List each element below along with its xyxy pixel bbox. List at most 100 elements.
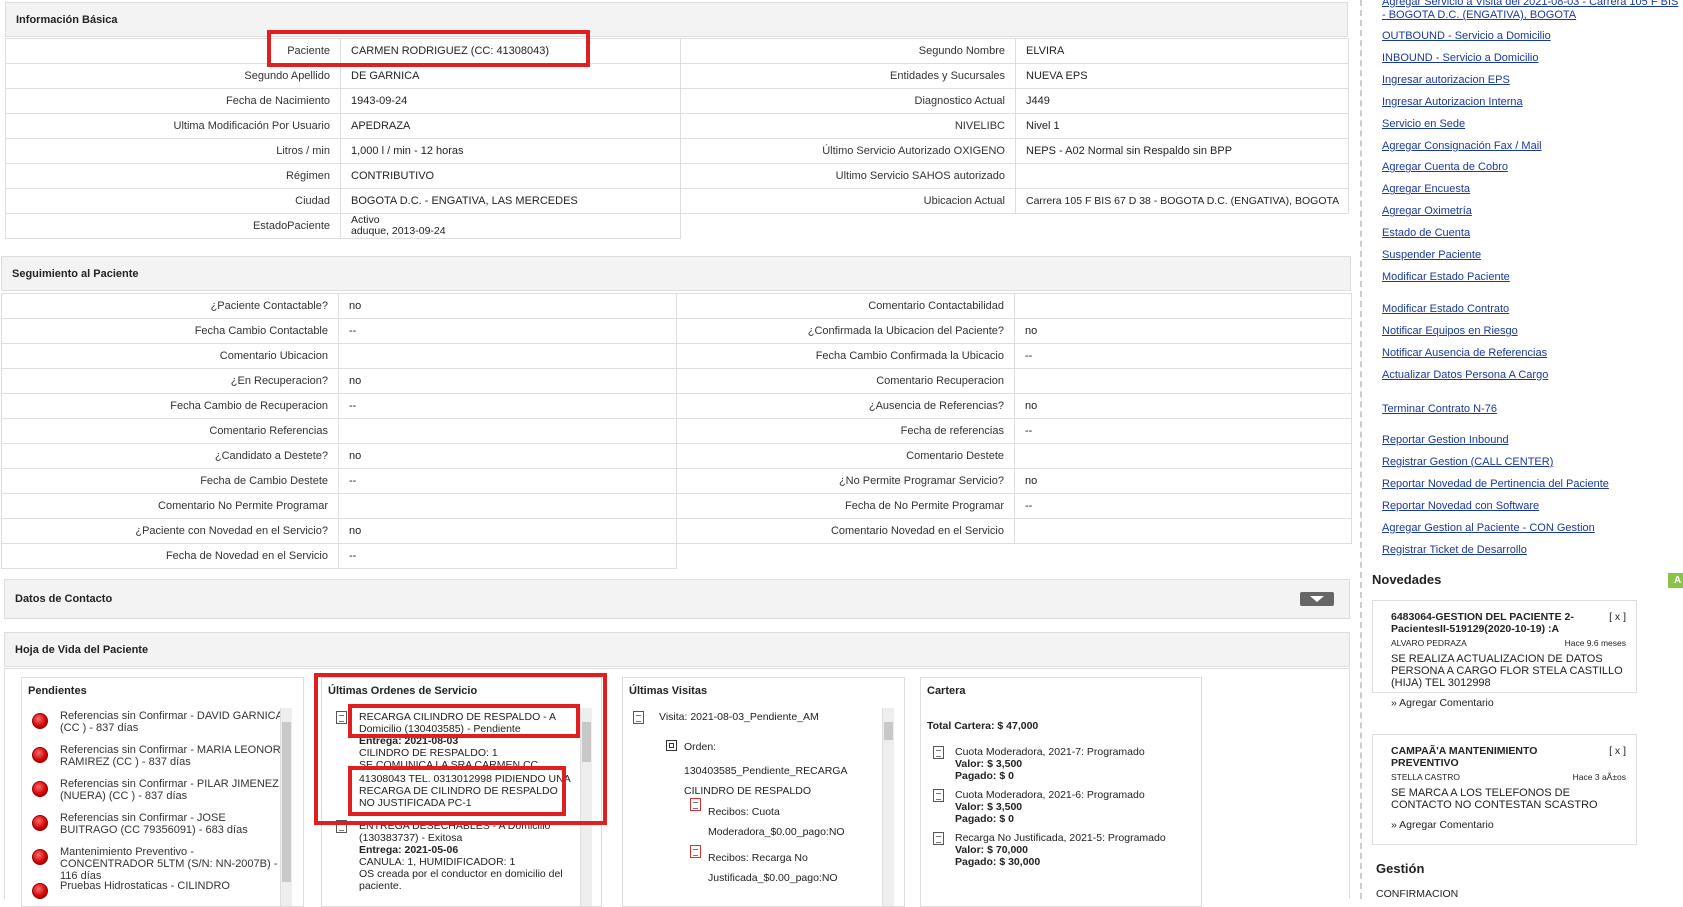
link-agregar-servicio-visita[interactable]: Agregar Servicio a Visita del 2021-08-03… bbox=[1382, 0, 1678, 8]
pendiente-item[interactable]: Referencias sin Confirmar - PILAR JIMENE… bbox=[22, 778, 284, 812]
pendiente-text: Referencias sin Confirmar - JOSE BUITRAG… bbox=[60, 812, 248, 836]
orden-box-icon bbox=[666, 740, 677, 751]
novedad-2-close[interactable]: [ x ] bbox=[1609, 745, 1626, 757]
pendientes-scrollbar[interactable] bbox=[280, 708, 292, 906]
basic-info-table: Paciente CARMEN RODRIGUEZ (CC: 41308043) S… bbox=[5, 38, 1349, 239]
cartera-item[interactable]: Cuota Moderadora, 2021-7: Programado Valo… bbox=[933, 746, 1198, 789]
field-label: ¿En Recuperacion? bbox=[1, 368, 339, 394]
sidebar-link[interactable]: Ingresar autorizacion EPS bbox=[1382, 74, 1510, 86]
visita-orden-value[interactable]: 130403585_Pendiente_RECARGA CILINDRO DE … bbox=[684, 761, 869, 801]
sidebar-link[interactable]: Reportar Gestion Inbound bbox=[1382, 434, 1509, 446]
basic-info-header[interactable]: Información Básica bbox=[5, 2, 1348, 37]
field-value: -- bbox=[338, 393, 677, 419]
alert-dot-icon bbox=[32, 815, 48, 831]
sidebar-link[interactable]: Registrar Gestion (CALL CENTER) bbox=[1382, 456, 1553, 468]
field-value bbox=[338, 418, 677, 444]
pendiente-item[interactable]: Referencias sin Confirmar - DAVID GARNIC… bbox=[22, 710, 284, 744]
field-label: Comentario Recuperacion bbox=[676, 368, 1015, 394]
visitas-scrollbar[interactable] bbox=[882, 708, 894, 906]
field-label: Diagnostico Actual bbox=[680, 88, 1016, 114]
sidebar-link[interactable]: Suspender Paciente bbox=[1382, 249, 1481, 261]
basic-row: Litros / min 1,000 l / min - 12 horas Últi… bbox=[5, 138, 1349, 164]
field-value: NEPS - A02 Normal sin Respaldo sin BPP bbox=[1015, 138, 1349, 164]
sidebar-link[interactable]: OUTBOUND - Servicio a Domicilio bbox=[1382, 30, 1551, 42]
novedades-badge[interactable]: A bbox=[1668, 573, 1683, 588]
visitas-title: Últimas Visitas bbox=[629, 685, 708, 697]
sidebar-link[interactable]: Agregar Gestion al Paciente - CON Gestio… bbox=[1382, 522, 1595, 534]
sidebar-link[interactable]: Registrar Ticket de Desarrollo bbox=[1382, 544, 1527, 556]
sidebar-link[interactable]: Notificar Ausencia de Referencias bbox=[1382, 347, 1547, 359]
novedad-1-title: 6483064-GESTION DEL PACIENTE 2-Pacientes… bbox=[1391, 611, 1574, 635]
visita-recibo-1[interactable]: Recibos: Cuota Moderadora_$0.00_pago:NO bbox=[708, 802, 863, 842]
field-label: Ultima Modificación Por Usuario bbox=[5, 113, 341, 139]
link-terminar-contrato[interactable]: Terminar Contrato N-76 bbox=[1382, 403, 1497, 415]
field-value bbox=[338, 343, 677, 369]
pendiente-item[interactable]: Pruebas Hidrostaticas - CILINDRO bbox=[22, 880, 284, 906]
seguimiento-row: ¿En Recuperacion? no Comentario Recuperaci… bbox=[1, 368, 1352, 394]
sidebar-link[interactable]: Estado de Cuenta bbox=[1382, 227, 1470, 239]
sidebar-link[interactable]: Agregar Consignación Fax / Mail bbox=[1382, 140, 1542, 152]
sidebar-link[interactable]: Actualizar Datos Persona A Cargo bbox=[1382, 369, 1548, 381]
cartera-total: Total Cartera: $ 47,000 bbox=[927, 720, 1039, 732]
seguimiento-header[interactable]: Seguimiento al Paciente bbox=[1, 256, 1351, 291]
basic-row: Régimen CONTRIBUTIVO Ultimo Servicio SAHOS… bbox=[5, 163, 1349, 189]
contacto-header[interactable]: Datos de Contacto bbox=[4, 579, 1350, 619]
novedad-2-add-comment[interactable]: » Agregar Comentario bbox=[1391, 819, 1626, 831]
sidebar-link[interactable]: Ingresar Autorizacion Interna bbox=[1382, 96, 1523, 108]
sidebar-link[interactable]: Servicio en Sede bbox=[1382, 118, 1465, 130]
field-label: ¿Ausencia de Referencias? bbox=[676, 393, 1015, 419]
pendientes-title: Pendientes bbox=[28, 685, 87, 697]
sidebar-link[interactable]: Agregar Encuesta bbox=[1382, 183, 1470, 195]
field-label: ¿Candidato a Destete? bbox=[1, 443, 339, 469]
orden-2-line2: OS creada por el conductor en domicilio … bbox=[359, 868, 563, 892]
novedad-2-title: CAMPAÃ'A MANTENIMIENTO PREVENTIVO bbox=[1391, 745, 1538, 769]
pendiente-item[interactable]: Referencias sin Confirmar - MARIA LEONOR… bbox=[22, 744, 284, 778]
field-label: NIVELIBC bbox=[680, 113, 1016, 139]
visita-item[interactable]: Visita: 2021-08-03_Pendiente_AM bbox=[633, 711, 819, 724]
expand-toggle-icon[interactable] bbox=[1300, 592, 1334, 606]
pendientes-list: Referencias sin Confirmar - DAVID GARNIC… bbox=[22, 710, 284, 906]
sidebar-link[interactable]: Agregar Oximetría bbox=[1382, 205, 1472, 217]
pendiente-item[interactable]: Referencias sin Confirmar - JOSE BUITRAG… bbox=[22, 812, 284, 846]
empty-cell bbox=[677, 544, 1352, 569]
sidebar-link[interactable]: Modificar Estado Paciente bbox=[1382, 271, 1510, 283]
field-value: 1,000 l / min - 12 horas bbox=[340, 138, 681, 164]
document-icon bbox=[933, 746, 944, 759]
link-agregar-servicio-visita-cont[interactable]: - BOGOTA D.C. (ENGATIVA), BOGOTA bbox=[1382, 9, 1576, 21]
field-label: Segundo Nombre bbox=[680, 38, 1016, 64]
sidebar-link[interactable]: INBOUND - Servicio a Domicilio bbox=[1382, 52, 1538, 64]
seguimiento-row: ¿Paciente Contactable? no Comentario Conta… bbox=[1, 293, 1352, 319]
pendiente-item[interactable]: Mantenimiento Preventivo - CONCENTRADOR … bbox=[22, 846, 284, 882]
cartera-item[interactable]: Cuota Moderadora, 2021-6: Programado Valo… bbox=[933, 789, 1198, 832]
sidebar-link[interactable]: Agregar Cuenta de Cobro bbox=[1382, 161, 1508, 173]
ordenes-scrollbar[interactable] bbox=[580, 708, 592, 906]
document-icon bbox=[336, 711, 347, 724]
receipt-icon bbox=[690, 845, 701, 858]
sidebar-link[interactable]: Modificar Estado Contrato bbox=[1382, 303, 1509, 315]
field-value bbox=[1014, 518, 1352, 544]
cartera-item-text: Cuota Moderadora, 2021-7: Programado Valo… bbox=[955, 746, 1198, 782]
field-label: Comentario Referencias bbox=[1, 418, 339, 444]
field-label: Comentario Novedad en el Servicio bbox=[676, 518, 1015, 544]
field-label: ¿Confirmada la Ubicacion del Paciente? bbox=[676, 318, 1015, 344]
cartera-item[interactable]: Recarga No Justificada, 2021-5: Programa… bbox=[933, 832, 1198, 875]
orden-1-line2: SE COMUNICA LA SRA CARMEN CC bbox=[359, 759, 539, 769]
field-label: ¿Paciente con Novedad en el Servicio? bbox=[1, 518, 339, 544]
field-label: Segundo Apellido bbox=[5, 63, 341, 89]
sidebar-link[interactable]: Reportar Novedad con Software bbox=[1382, 500, 1539, 512]
actions-sidebar: Agregar Servicio a Visita del 2021-08-03… bbox=[1360, 0, 1683, 900]
hoja-vida-header[interactable]: Hoja de Vida del Paciente bbox=[4, 632, 1350, 667]
novedad-card-2: CAMPAÃ'A MANTENIMIENTO PREVENTIVO [ x ] … bbox=[1372, 734, 1637, 845]
visita-recibo-2[interactable]: Recibos: Recarga No Justificada_$0.00_pa… bbox=[708, 848, 863, 888]
orden-item-2[interactable]: ENTREGA DESECHABLES - A Domicilio (13038… bbox=[336, 820, 586, 892]
sidebar-link[interactable]: Reportar Novedad de Pertinencia del Paci… bbox=[1382, 478, 1609, 490]
field-value: no bbox=[1014, 468, 1352, 494]
novedad-1-add-comment[interactable]: » Agregar Comentario bbox=[1391, 697, 1626, 709]
field-label: Ultimo Servicio SAHOS autorizado bbox=[680, 163, 1016, 189]
novedad-1-close[interactable]: [ x ] bbox=[1609, 611, 1626, 623]
field-label: Entidades y Sucursales bbox=[680, 63, 1016, 89]
orden-item-1[interactable]: RECARGA CILINDRO DE RESPALDO - A Domicil… bbox=[336, 711, 576, 809]
sidebar-link[interactable]: Notificar Equipos en Riesgo bbox=[1382, 325, 1518, 337]
visita-label: Visita: 2021-08-03_Pendiente_AM bbox=[659, 711, 819, 723]
cartera-item-valor: Valor: $ 3,500 bbox=[955, 758, 1023, 770]
